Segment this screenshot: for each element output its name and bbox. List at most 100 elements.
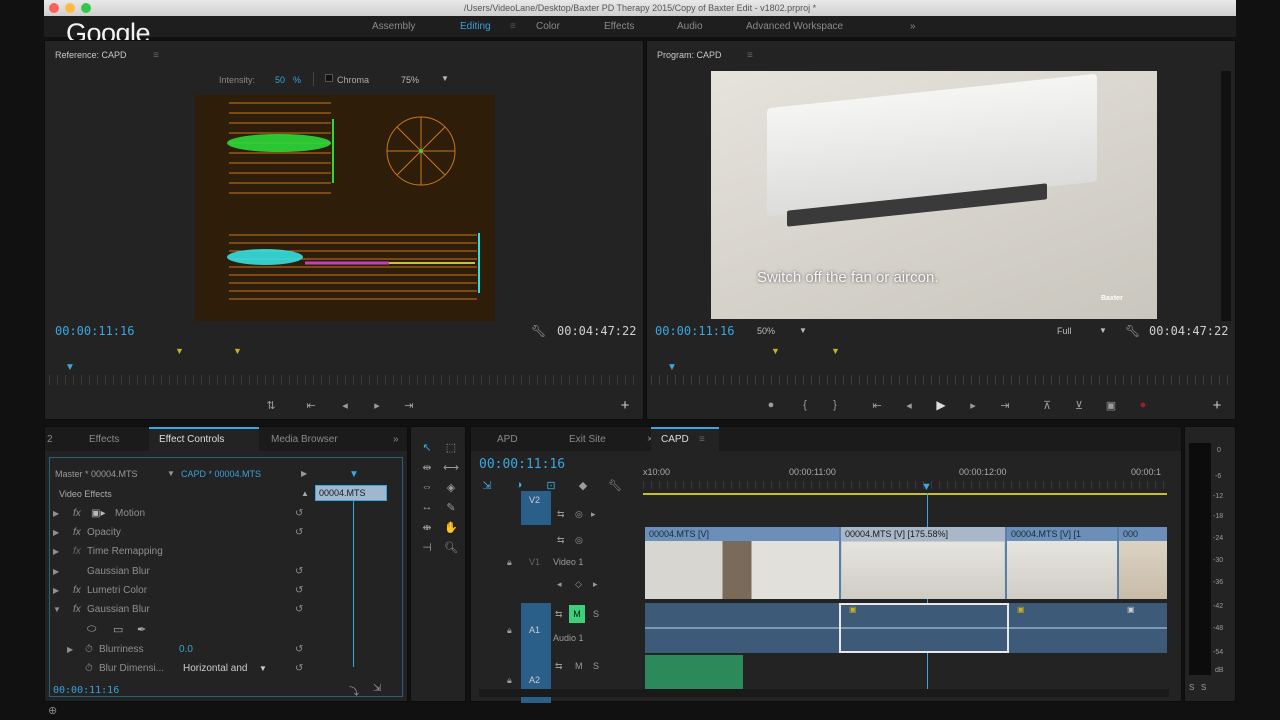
record-icon[interactable]: ● bbox=[1135, 399, 1151, 411]
go-to-in-icon[interactable]: ⇤ bbox=[869, 399, 885, 412]
chevron-down-icon[interactable]: ▼ bbox=[167, 469, 175, 478]
expand-triangle-icon[interactable]: ▶ bbox=[53, 525, 59, 541]
fx-icon[interactable]: fx bbox=[73, 506, 81, 522]
linked-selection-icon[interactable]: ◑ bbox=[511, 479, 527, 491]
playhead-icon[interactable]: ▼ bbox=[667, 362, 677, 373]
timeline-settings-icon[interactable]: 🔧︎ bbox=[607, 479, 623, 492]
chevron-down-icon[interactable]: ▼ bbox=[441, 74, 449, 83]
workspace-advanced[interactable]: Advanced Workspace bbox=[746, 21, 843, 32]
master-clip-label[interactable]: Master * 00004.MTS bbox=[55, 469, 138, 479]
reset-icon[interactable]: ↺ bbox=[295, 525, 303, 541]
tab-2[interactable]: 2 bbox=[47, 434, 53, 445]
play-icon[interactable]: ▶ bbox=[933, 398, 949, 412]
marker-icon[interactable]: ▼ bbox=[175, 346, 184, 356]
razor-tool-icon[interactable]: ◈ bbox=[443, 481, 459, 494]
lock-icon[interactable]: 🔒︎ bbox=[507, 675, 512, 686]
reset-icon[interactable]: ↺ bbox=[295, 506, 303, 522]
expand-triangle-icon[interactable]: ▶ bbox=[53, 583, 59, 599]
reset-icon[interactable]: ↺ bbox=[295, 602, 303, 618]
filter-icon[interactable]: ⤵ bbox=[349, 683, 359, 698]
add-button-icon[interactable]: + bbox=[617, 397, 633, 414]
effect-row-gaussian-blur[interactable]: ▶ Gaussian Blur ↺ bbox=[51, 564, 311, 580]
toggle-output-eye-icon[interactable]: ◎ bbox=[575, 509, 583, 520]
step-back-icon[interactable]: ◂ bbox=[337, 399, 353, 412]
export-icon[interactable]: ⇲ bbox=[373, 683, 381, 694]
effect-row-gaussian-blur-expanded[interactable]: ▼ fx Gaussian Blur ↺ bbox=[51, 602, 311, 618]
reset-icon[interactable]: ↺ bbox=[295, 583, 303, 599]
chevron-right-icon[interactable]: ▶ bbox=[301, 469, 307, 478]
reset-icon[interactable]: ↺ bbox=[295, 661, 303, 677]
fx-icon[interactable]: fx bbox=[73, 602, 81, 618]
blur-dimensions-row[interactable]: ⏱︎ Blur Dimensi... Horizontal and ▼ ↺ bbox=[51, 661, 311, 677]
marker-icon[interactable]: ▼ bbox=[831, 346, 840, 356]
mark-in-icon[interactable]: { bbox=[797, 399, 813, 411]
blurriness-row[interactable]: ▶ ⏱︎ Blurriness 0.0 ↺ bbox=[51, 642, 311, 658]
effect-row-motion[interactable]: ▶ fx ▣▸ Motion ↺ bbox=[51, 506, 311, 522]
solo-right-button[interactable]: S bbox=[1201, 683, 1206, 692]
export-frame-icon[interactable]: ⇅ bbox=[263, 399, 279, 412]
camera-icon[interactable]: ▣ bbox=[1103, 399, 1119, 412]
tab-effects[interactable]: Effects bbox=[89, 434, 119, 445]
keyframe-next-icon[interactable]: ▸ bbox=[593, 579, 598, 590]
playhead-icon[interactable]: ▼ bbox=[921, 481, 932, 493]
marker-icon[interactable]: ▼ bbox=[771, 346, 780, 356]
work-area-bar[interactable] bbox=[643, 493, 1167, 495]
rate-stretch-tool-icon[interactable]: ⇔ bbox=[419, 481, 435, 493]
workspace-color[interactable]: Color bbox=[536, 21, 560, 32]
step-forward-icon[interactable]: ▸ bbox=[369, 399, 385, 412]
sync-lock-icon[interactable]: ⇆ bbox=[557, 509, 565, 520]
add-marker-icon[interactable]: ◆ bbox=[575, 479, 591, 492]
keyframe-prev-icon[interactable]: ◂ bbox=[557, 579, 562, 590]
video-clip[interactable]: 00004.MTS [V] [1 bbox=[1007, 527, 1117, 541]
go-to-out-icon[interactable]: ⇥ bbox=[997, 399, 1013, 412]
keyframe-add-icon[interactable]: ◇ bbox=[575, 579, 582, 590]
track-select-tool-icon[interactable]: ⬚ bbox=[443, 441, 459, 454]
expand-triangle-icon[interactable]: ▶ bbox=[53, 564, 59, 580]
effect-row-time-remapping[interactable]: ▶ fx Time Remapping bbox=[51, 544, 311, 560]
workspace-audio[interactable]: Audio bbox=[677, 21, 703, 32]
playhead-icon[interactable]: ▼ bbox=[349, 469, 359, 480]
collapse-arrow-icon[interactable]: ▲ bbox=[301, 489, 309, 498]
stopwatch-icon[interactable]: ⏱︎ bbox=[85, 642, 93, 658]
marker-icon[interactable]: ▼ bbox=[233, 346, 242, 356]
close-window-button[interactable] bbox=[49, 3, 59, 13]
ellipse-mask-icon[interactable]: ⬭ bbox=[87, 623, 96, 636]
reference-time-ruler[interactable] bbox=[49, 375, 641, 385]
chevron-down-icon[interactable]: ▼ bbox=[259, 661, 267, 677]
sequence-clip-label[interactable]: CAPD * 00004.MTS bbox=[181, 469, 261, 479]
zoom-window-button[interactable] bbox=[81, 3, 91, 13]
solo-left-button[interactable]: S bbox=[1189, 683, 1194, 692]
collapse-triangle-icon[interactable]: ▼ bbox=[53, 602, 61, 618]
rectangle-mask-icon[interactable]: ▭ bbox=[113, 623, 123, 636]
blurriness-value[interactable]: 0.0 bbox=[179, 642, 193, 658]
chevron-down-icon[interactable]: ▼ bbox=[1099, 326, 1107, 335]
program-zoom-select[interactable]: 50% bbox=[757, 326, 775, 336]
status-render-icon[interactable]: ⊕ bbox=[48, 704, 57, 717]
video-clip[interactable]: 00004.MTS [V] [175.58%] bbox=[841, 527, 1005, 541]
hand-tool-icon[interactable]: ✋ bbox=[443, 521, 459, 534]
effect-controls-timecode[interactable]: 00:00:11:16 bbox=[53, 685, 119, 696]
track-a1-solo-button[interactable]: S bbox=[593, 609, 599, 619]
lock-icon[interactable]: 🔒︎ bbox=[507, 557, 512, 568]
track-a1-target[interactable] bbox=[521, 603, 551, 703]
type-tool-icon[interactable]: ⊣ bbox=[419, 541, 435, 554]
mark-out-icon[interactable]: } bbox=[827, 399, 843, 411]
workspace-editing[interactable]: Editing bbox=[460, 21, 491, 32]
step-forward-icon[interactable]: ▸ bbox=[965, 399, 981, 412]
expand-triangle-icon[interactable]: ▶ bbox=[53, 544, 59, 560]
program-scrollbar[interactable] bbox=[1221, 71, 1231, 321]
slip-tool-icon[interactable]: ↔ bbox=[419, 501, 435, 513]
clip-bar[interactable]: 00004.MTS bbox=[315, 485, 387, 501]
reset-icon[interactable]: ↺ bbox=[295, 564, 303, 580]
video-clip[interactable]: 000 bbox=[1119, 527, 1167, 541]
add-button-icon[interactable]: + bbox=[1209, 397, 1225, 414]
selected-audio-clip[interactable] bbox=[839, 603, 1009, 653]
workspaces-more-button[interactable]: » bbox=[910, 21, 916, 32]
tab-sequence-apd[interactable]: APD bbox=[497, 434, 518, 445]
toggle-output-eye-icon[interactable]: ◎ bbox=[575, 535, 583, 546]
wrench-icon[interactable]: 🔧︎ bbox=[1125, 324, 1140, 338]
intensity-value[interactable]: 50 bbox=[275, 75, 285, 85]
timeline-scrollbar[interactable] bbox=[479, 689, 1169, 697]
fx-icon[interactable]: fx bbox=[73, 525, 81, 541]
lock-icon[interactable]: 🔒︎ bbox=[507, 625, 512, 636]
